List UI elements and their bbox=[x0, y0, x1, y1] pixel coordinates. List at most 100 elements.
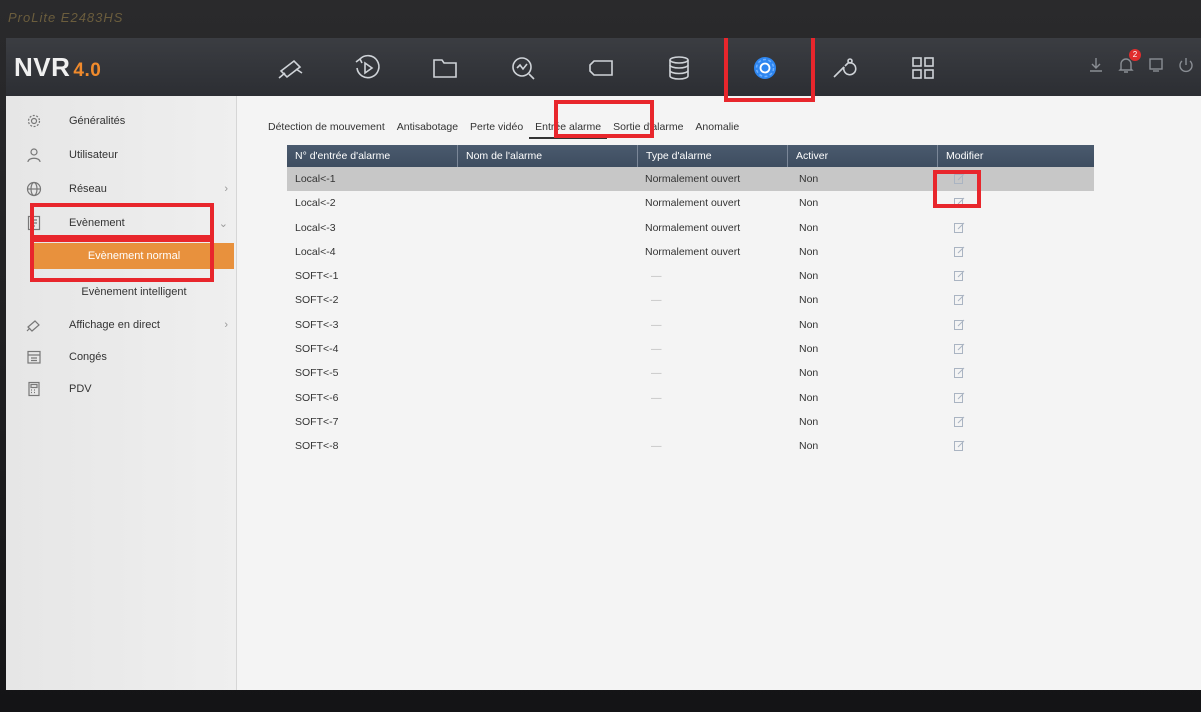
settings-sidebar: Généralités Utilisateur Réseau › Evèneme… bbox=[6, 96, 237, 690]
table-row[interactable]: Local<-4 Normalement ouvert Non bbox=[287, 240, 1094, 264]
cell-alarm-input-no: SOFT<-5 bbox=[295, 367, 339, 380]
sidebar-subitem-smart-event[interactable]: Evènement intelligent bbox=[34, 279, 234, 305]
cell-alarm-type: Normalement ouvert bbox=[645, 245, 741, 258]
table-body: Local<-1 Normalement ouvert Non Local<-2 Nor… bbox=[287, 167, 1094, 459]
cell-alarm-name bbox=[457, 240, 637, 264]
edit-icon[interactable] bbox=[954, 294, 965, 306]
chevron-down-icon: ⌄ bbox=[218, 217, 228, 230]
storage-icon[interactable] bbox=[662, 51, 696, 85]
table-row[interactable]: SOFT<-2 — Non bbox=[287, 288, 1094, 312]
main-content: Détection de mouvement Antisabotage Pert… bbox=[237, 96, 1201, 690]
cell-alarm-type: Normalement ouvert bbox=[645, 221, 741, 234]
sidebar-item-label: Généralités bbox=[69, 115, 126, 127]
cell-alarm-name bbox=[457, 434, 637, 458]
cell-alarm-input-no: Local<-2 bbox=[295, 197, 336, 210]
tab-motion-detection[interactable]: Détection de mouvement bbox=[262, 117, 391, 137]
cell-alarm-input-no: SOFT<-8 bbox=[295, 440, 339, 453]
cell-alarm-input-no: SOFT<-6 bbox=[295, 391, 339, 404]
file-folder-icon[interactable] bbox=[428, 51, 462, 85]
sidebar-subitem-label: Evènement intelligent bbox=[81, 286, 187, 298]
playback-icon[interactable] bbox=[350, 51, 384, 85]
cell-alarm-type: Normalement ouvert bbox=[645, 197, 741, 210]
edit-icon[interactable] bbox=[954, 246, 965, 257]
edit-icon[interactable] bbox=[954, 343, 965, 355]
top-navigation-bar: NVR 4.0 2 bbox=[6, 38, 1201, 96]
edit-icon[interactable] bbox=[954, 416, 965, 427]
sidebar-item-label: PDV bbox=[69, 383, 92, 395]
power-icon[interactable] bbox=[1177, 56, 1195, 74]
nvr-screen: NVR 4.0 2 Généralités Utilisateur Réseau… bbox=[6, 38, 1201, 690]
highlight-alarm-input-tab-box bbox=[554, 100, 654, 138]
table-header: N° d'entrée d'alarme Nom de l'alarme Typ… bbox=[287, 145, 1094, 167]
event-tabs: Détection de mouvement Antisabotage Pert… bbox=[262, 117, 745, 139]
edit-icon[interactable] bbox=[954, 222, 965, 233]
sidebar-item-live-view[interactable]: Affichage en direct › bbox=[6, 310, 236, 340]
camera-management-icon[interactable] bbox=[584, 51, 618, 85]
chevron-right-icon: › bbox=[224, 183, 228, 195]
edit-icon[interactable] bbox=[954, 392, 965, 403]
cell-alarm-type: — bbox=[651, 343, 662, 356]
table-row[interactable]: SOFT<-1 — Non bbox=[287, 264, 1094, 288]
cell-enable: Non bbox=[799, 245, 819, 258]
tab-video-loss[interactable]: Perte vidéo bbox=[464, 117, 529, 137]
live-view-camera-icon[interactable] bbox=[274, 51, 308, 85]
notification-bell-icon[interactable]: 2 bbox=[1117, 49, 1141, 74]
sidebar-item-label: Réseau bbox=[69, 183, 107, 195]
cell-enable: Non bbox=[799, 343, 819, 356]
maintenance-wrench-icon[interactable] bbox=[826, 51, 860, 85]
download-icon[interactable] bbox=[1087, 56, 1105, 74]
table-row[interactable]: SOFT<-8 — Non bbox=[287, 434, 1094, 458]
cell-alarm-name bbox=[457, 386, 637, 410]
grid-apps-icon[interactable] bbox=[906, 51, 940, 85]
edit-icon[interactable] bbox=[954, 319, 965, 330]
cell-alarm-input-no: SOFT<-7 bbox=[295, 415, 339, 428]
edit-icon[interactable] bbox=[954, 270, 965, 282]
sidebar-item-label: Utilisateur bbox=[69, 149, 118, 161]
cell-enable: Non bbox=[799, 391, 819, 404]
tab-exception[interactable]: Anomalie bbox=[689, 117, 745, 137]
cell-alarm-type: — bbox=[651, 270, 662, 283]
table-row[interactable]: SOFT<-3 — Non bbox=[287, 313, 1094, 337]
cell-alarm-input-no: SOFT<-1 bbox=[295, 270, 339, 283]
pos-terminal-icon bbox=[28, 381, 40, 397]
user-icon bbox=[27, 148, 41, 163]
cell-alarm-input-no: SOFT<-2 bbox=[295, 294, 339, 307]
cell-enable: Non bbox=[799, 197, 819, 210]
cell-enable: Non bbox=[799, 221, 819, 234]
cell-alarm-type: — bbox=[651, 294, 662, 307]
sidebar-item-label: Affichage en direct bbox=[69, 319, 160, 331]
cell-alarm-type: Normalement ouvert bbox=[645, 173, 741, 185]
cell-enable: Non bbox=[799, 270, 819, 283]
sidebar-item-holiday[interactable]: Congés bbox=[6, 342, 236, 372]
app-logo: NVR 4.0 bbox=[14, 52, 101, 83]
smart-analysis-icon[interactable] bbox=[506, 51, 540, 85]
edit-icon[interactable] bbox=[954, 440, 965, 452]
lock-screen-icon[interactable] bbox=[1147, 56, 1165, 74]
tab-tamper[interactable]: Antisabotage bbox=[391, 117, 464, 137]
table-row[interactable]: SOFT<-6 — Non bbox=[287, 386, 1094, 410]
top-right-icon-group: 2 bbox=[1087, 49, 1195, 74]
holiday-calendar-icon bbox=[27, 350, 41, 364]
sidebar-item-pos[interactable]: PDV bbox=[6, 374, 236, 404]
cell-enable: Non bbox=[799, 415, 819, 428]
table-row[interactable]: SOFT<-5 — Non bbox=[287, 361, 1094, 385]
cell-alarm-name bbox=[457, 410, 637, 434]
cell-alarm-name bbox=[457, 264, 637, 288]
table-row[interactable]: SOFT<-4 — Non bbox=[287, 337, 1094, 361]
notification-count-badge: 2 bbox=[1129, 49, 1141, 61]
monitor-brand-label: ProLite E2483HS bbox=[8, 10, 124, 25]
table-row[interactable]: SOFT<-7 Non bbox=[287, 410, 1094, 434]
table-row[interactable]: Local<-3 Normalement ouvert Non bbox=[287, 216, 1094, 240]
highlight-config-box bbox=[724, 38, 815, 102]
chevron-right-icon: › bbox=[224, 319, 228, 331]
column-header-alarm-type: Type d'alarme bbox=[637, 145, 787, 167]
sidebar-item-network[interactable]: Réseau › bbox=[6, 174, 236, 204]
cell-enable: Non bbox=[799, 173, 819, 185]
cell-enable: Non bbox=[799, 440, 819, 453]
sidebar-item-user[interactable]: Utilisateur bbox=[6, 140, 236, 170]
sidebar-item-general[interactable]: Généralités bbox=[6, 106, 236, 136]
network-globe-icon bbox=[26, 181, 42, 197]
cell-alarm-type: — bbox=[651, 367, 662, 380]
cell-alarm-input-no: SOFT<-3 bbox=[295, 318, 339, 331]
edit-icon[interactable] bbox=[954, 367, 965, 379]
